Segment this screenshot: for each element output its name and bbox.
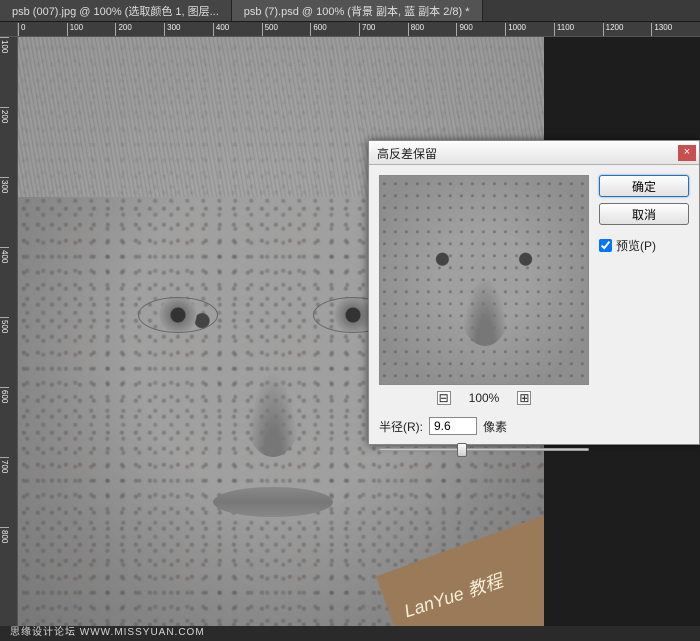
zoom-out-button[interactable]: ⊟ <box>437 391 451 405</box>
cancel-button[interactable]: 取消 <box>599 203 689 225</box>
ruler-horizontal[interactable]: 0100200300400500600700800900100011001200… <box>18 22 700 37</box>
image-detail <box>138 297 218 333</box>
image-detail <box>213 487 333 517</box>
zoom-percent: 100% <box>469 391 500 405</box>
radius-slider[interactable] <box>379 441 589 457</box>
high-pass-dialog: 高反差保留 × ⊟ 100% ⊞ 确定 取消 预览(P) 半径(R): 像素 <box>368 140 700 445</box>
tab-doc-1[interactable]: psb (7).psd @ 100% (背景 副本, 蓝 副本 2/8) * <box>232 0 483 21</box>
ruler-vertical[interactable]: 100200300400500600700800 <box>0 37 18 626</box>
watermark-text: 思缘设计论坛 WWW.MISSYUAN.COM <box>10 623 205 638</box>
tab-doc-0[interactable]: psb (007).jpg @ 100% (选取颜色 1, 图层... <box>0 0 232 21</box>
filter-preview[interactable] <box>379 175 589 385</box>
radius-input[interactable] <box>429 417 477 435</box>
dialog-title-text: 高反差保留 <box>377 145 437 160</box>
preview-checkbox-label: 预览(P) <box>616 237 656 254</box>
preview-checkbox-row[interactable]: 预览(P) <box>599 237 689 254</box>
ok-button[interactable]: 确定 <box>599 175 689 197</box>
ruler-origin[interactable] <box>0 22 18 37</box>
slider-track <box>379 448 589 451</box>
preview-checkbox[interactable] <box>599 239 612 252</box>
image-detail <box>243 357 303 457</box>
document-tabs: psb (007).jpg @ 100% (选取颜色 1, 图层... psb … <box>0 0 700 22</box>
image-detail <box>460 271 510 346</box>
zoom-in-button[interactable]: ⊞ <box>517 391 531 405</box>
radius-unit: 像素 <box>483 418 507 435</box>
slider-thumb[interactable] <box>457 443 467 457</box>
dialog-titlebar[interactable]: 高反差保留 × <box>369 141 699 165</box>
close-icon[interactable]: × <box>678 145 696 161</box>
radius-label: 半径(R): <box>379 418 423 435</box>
tutorial-ribbon <box>376 508 544 628</box>
